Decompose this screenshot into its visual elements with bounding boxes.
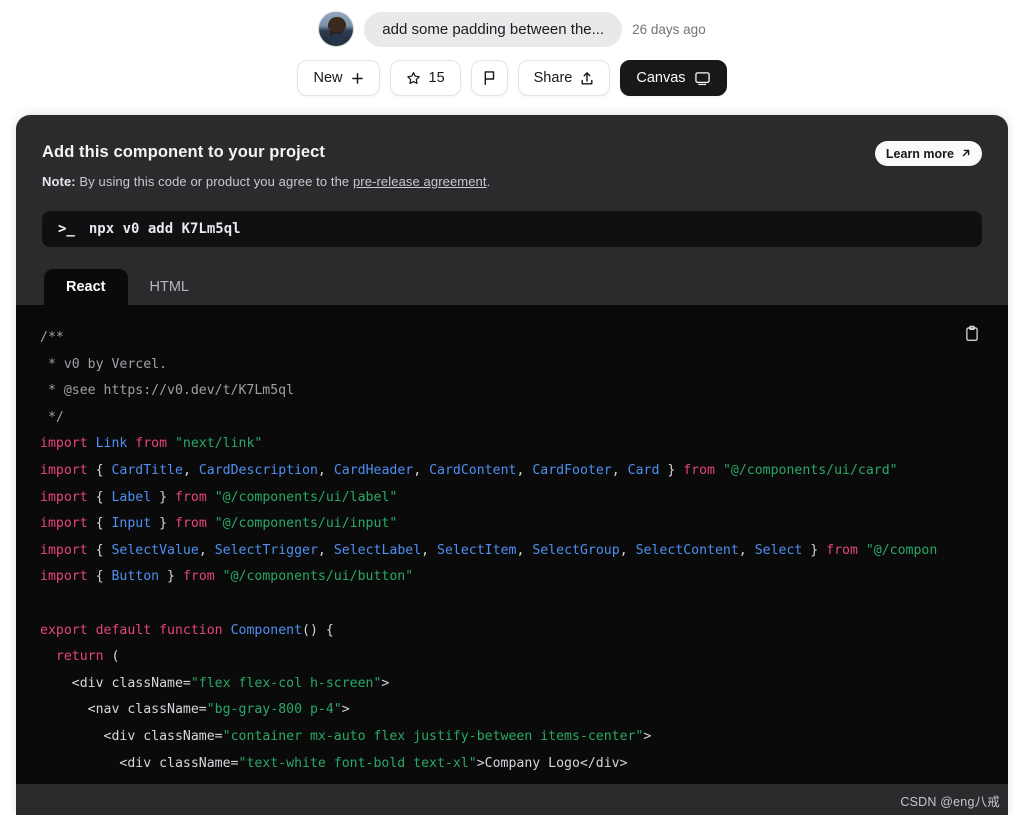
prerelease-note: Note: By using this code or product you …	[42, 174, 982, 189]
prerelease-agreement-link[interactable]: pre-release agreement	[353, 174, 487, 189]
learn-more-label: Learn more	[886, 147, 954, 161]
panel-header: Add this component to your project Note:…	[16, 115, 1008, 189]
new-button[interactable]: New	[297, 60, 379, 96]
share-button[interactable]: Share	[518, 60, 611, 96]
code-format-tabs: React HTML	[16, 269, 1008, 305]
code-viewer: /** * v0 by Vercel. * @see https://v0.de…	[16, 305, 1008, 784]
star-button[interactable]: 15	[390, 60, 461, 96]
flag-button[interactable]	[471, 60, 508, 96]
tab-html[interactable]: HTML	[128, 269, 211, 305]
note-body: By using this code or product you agree …	[76, 174, 353, 189]
note-suffix: .	[487, 174, 491, 189]
canvas-button-label: Canvas	[636, 70, 685, 86]
page-title: Add this component to your project	[42, 143, 982, 162]
star-icon	[406, 71, 421, 86]
message-pill[interactable]: add some padding between the...	[364, 12, 622, 47]
source-code-block[interactable]: /** * v0 by Vercel. * @see https://v0.de…	[40, 325, 984, 777]
watermark: CSDN @eng八戒	[900, 791, 1000, 810]
add-component-panel: Add this component to your project Note:…	[16, 115, 1008, 815]
note-prefix: Note:	[42, 174, 76, 189]
plus-icon	[351, 72, 364, 85]
star-count: 15	[429, 70, 445, 86]
terminal-prompt-icon: >_	[58, 221, 75, 237]
arrow-up-right-icon	[961, 147, 971, 161]
conversation-message-row: add some padding between the... 26 days …	[0, 0, 1024, 52]
clipboard-copy-icon[interactable]	[958, 319, 986, 347]
message-timestamp: 26 days ago	[632, 22, 706, 37]
action-toolbar: New 15 Share Canvas	[0, 52, 1024, 104]
tab-react[interactable]: React	[44, 269, 128, 305]
learn-more-button[interactable]: Learn more	[875, 141, 982, 166]
monitor-icon	[694, 71, 711, 86]
canvas-button[interactable]: Canvas	[620, 60, 726, 96]
flag-icon	[482, 70, 497, 86]
install-command-bar[interactable]: >_ npx v0 add K7Lm5ql	[42, 211, 982, 247]
share-button-label: Share	[534, 70, 573, 86]
avatar[interactable]	[318, 11, 354, 47]
share-upload-icon	[580, 71, 594, 86]
new-button-label: New	[313, 70, 342, 86]
install-command-text: npx v0 add K7Lm5ql	[89, 221, 241, 237]
